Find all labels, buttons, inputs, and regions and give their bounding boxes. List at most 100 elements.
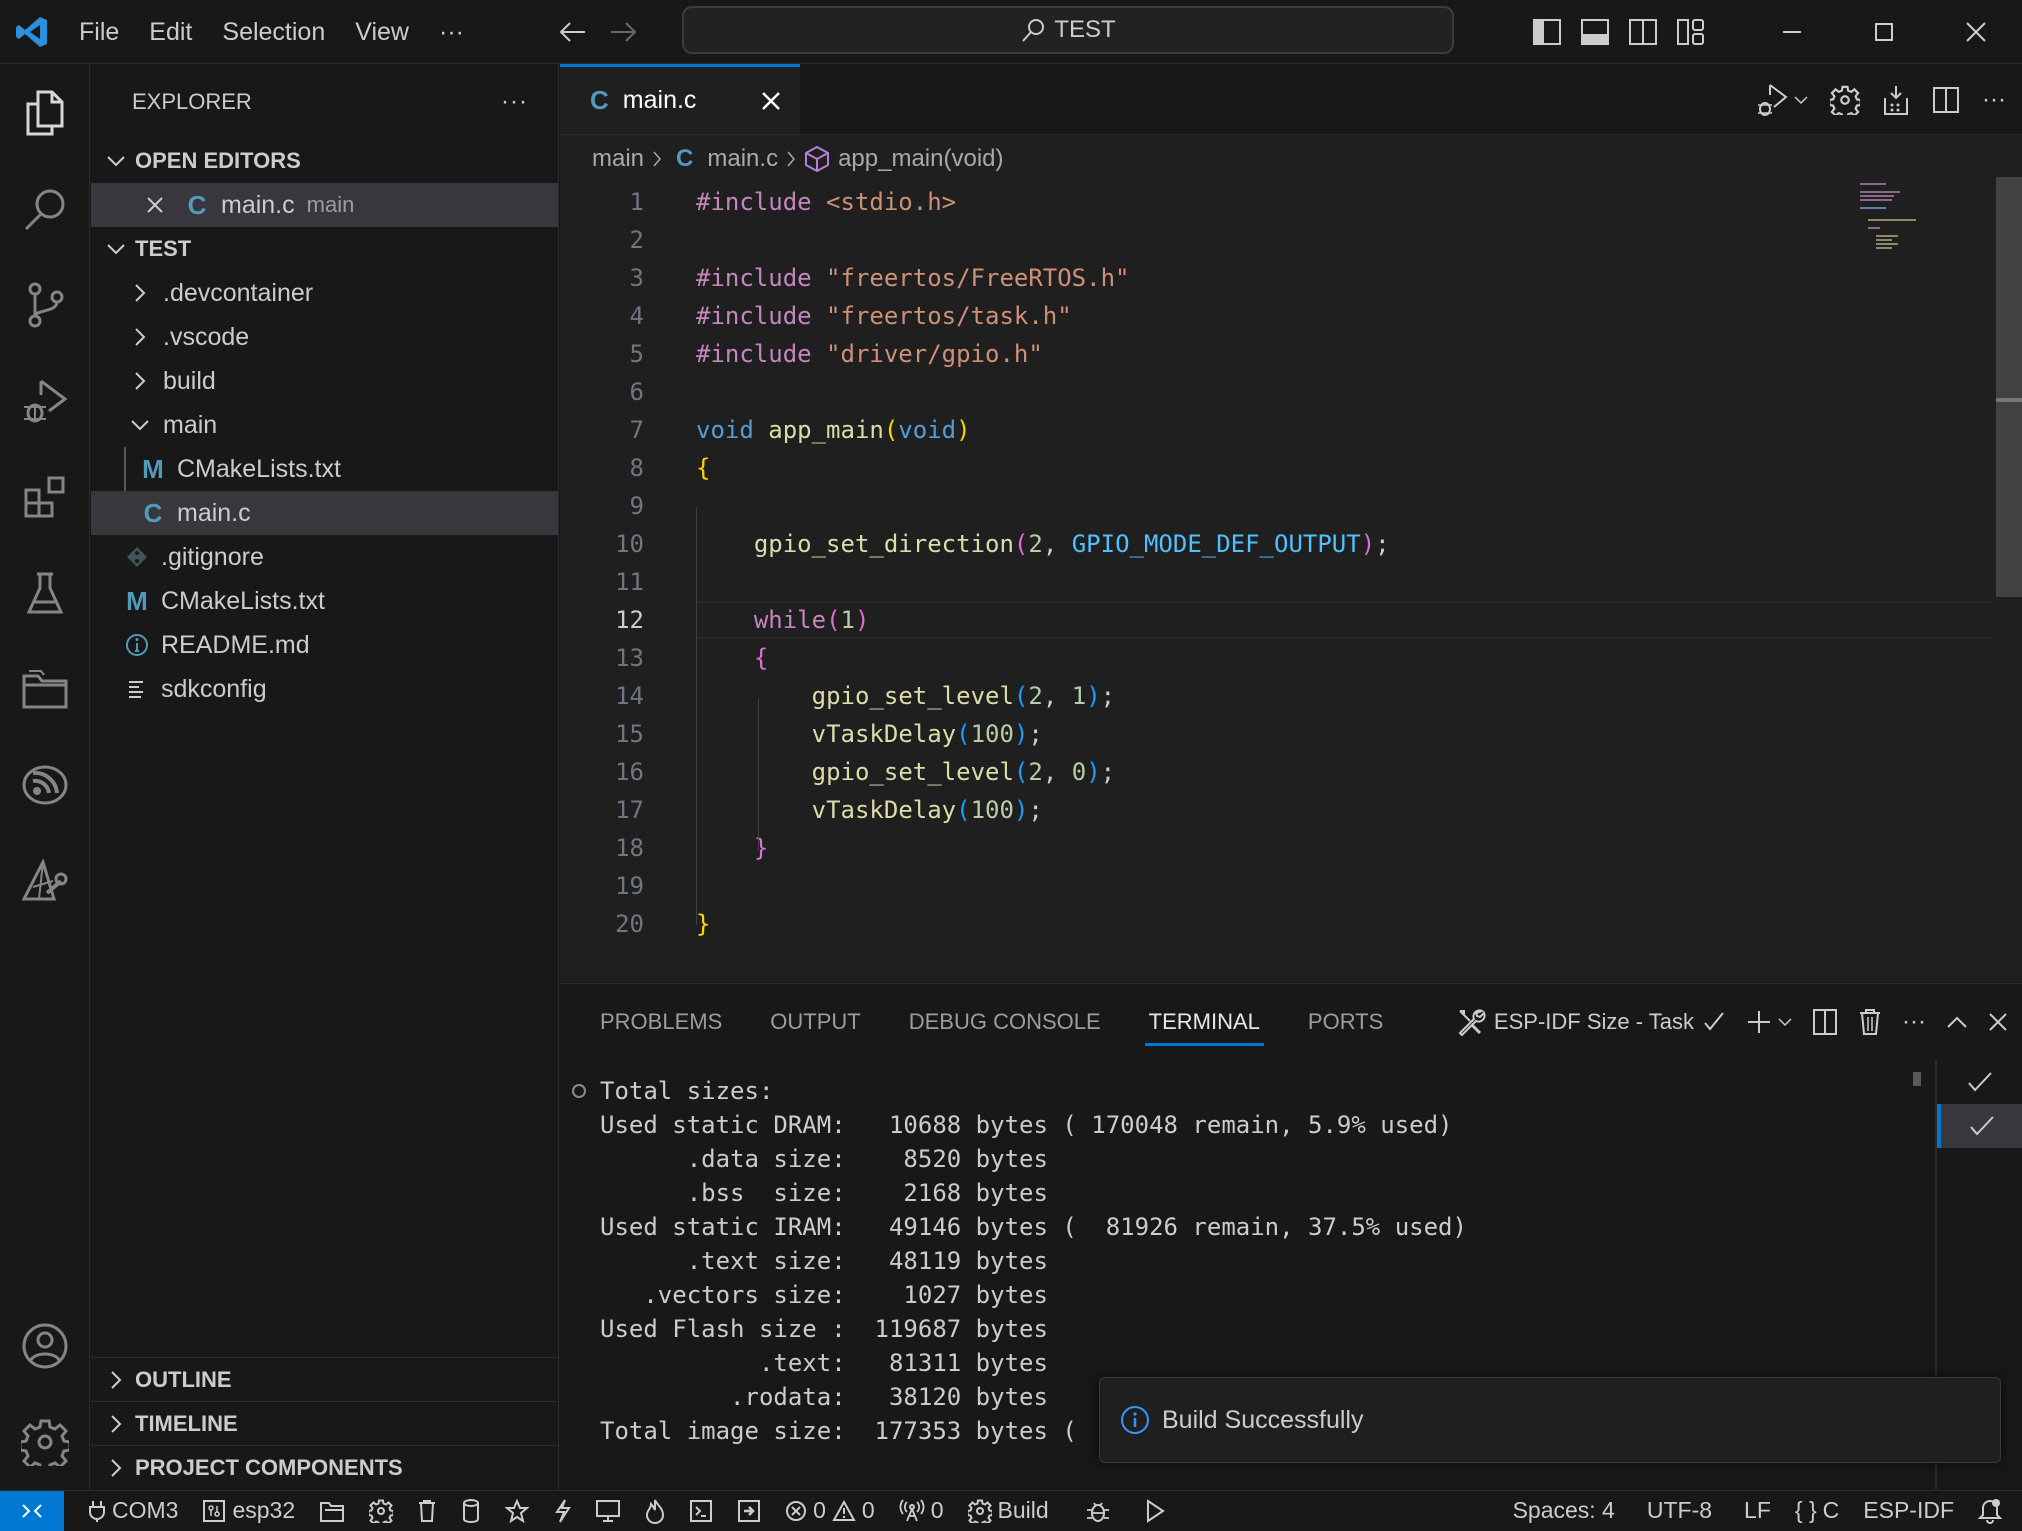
code-line[interactable]: 13 { — [560, 639, 1990, 677]
code-editor[interactable]: 1 #include <stdio.h> 2 3 #include "freertos/… — [560, 183, 1990, 943]
terminal-command-decoration-icon[interactable] — [572, 1084, 586, 1098]
menu-file[interactable]: File — [64, 12, 134, 52]
code-line[interactable]: 14 gpio_set_level(2, 1); — [560, 677, 1990, 715]
problems-status[interactable]: 0 0 — [773, 1491, 887, 1531]
status-eol[interactable]: LF — [1732, 1491, 1783, 1531]
notifications-bell-icon[interactable] — [1966, 1491, 2014, 1531]
ports-status[interactable]: 0 — [887, 1491, 956, 1531]
notification-toast[interactable]: Build Successfully — [1099, 1377, 2001, 1463]
status-framework[interactable]: ESP-IDF — [1851, 1491, 1966, 1531]
code-line[interactable]: 19 — [560, 867, 1990, 905]
code-line[interactable]: 6 — [560, 373, 1990, 411]
menu-view[interactable]: View — [340, 12, 424, 52]
remote-explorer-folder-icon[interactable] — [0, 641, 90, 737]
code-line[interactable]: 11 — [560, 563, 1990, 601]
tab-main-c[interactable]: C main.c — [560, 64, 800, 134]
menu-edit[interactable]: Edit — [134, 12, 207, 52]
flash-method-cylinder-icon[interactable] — [449, 1491, 493, 1531]
close-window-button[interactable] — [1930, 0, 2022, 64]
testing-flask-icon[interactable] — [0, 545, 90, 641]
close-panel-icon[interactable] — [1988, 1012, 2008, 1032]
terminal-list-item[interactable] — [1937, 1060, 2022, 1104]
extensions-icon[interactable] — [0, 449, 90, 545]
build-button[interactable]: Build — [956, 1491, 1061, 1531]
open-folder-icon[interactable] — [307, 1491, 357, 1531]
accounts-icon[interactable] — [0, 1298, 90, 1394]
source-control-icon[interactable] — [0, 257, 90, 353]
star-icon[interactable] — [493, 1491, 541, 1531]
run-task-icon[interactable] — [725, 1491, 773, 1531]
tree-folder-devcontainer[interactable]: .devcontainer — [91, 271, 558, 315]
code-line[interactable]: 9 — [560, 487, 1990, 525]
panel-more-actions-icon[interactable]: ··· — [1902, 1008, 1926, 1036]
code-line[interactable]: 3 #include "freertos/FreeRTOS.h" — [560, 259, 1990, 297]
outline-section-header[interactable]: OUTLINE — [91, 1357, 559, 1401]
forward-arrow-icon[interactable] — [609, 20, 637, 44]
code-line[interactable]: 8{ — [560, 449, 1990, 487]
breadcrumb-symbol[interactable]: app_main(void) — [838, 145, 1003, 173]
tree-file-cmakelists[interactable]: M CMakeLists.txt — [91, 579, 558, 623]
back-arrow-icon[interactable] — [559, 20, 587, 44]
code-line[interactable]: 15 vTaskDelay(100); — [560, 715, 1990, 753]
status-encoding[interactable]: UTF-8 — [1635, 1491, 1724, 1531]
terminal-list-item-active[interactable] — [1937, 1104, 2022, 1148]
tree-folder-main[interactable]: main — [91, 403, 558, 447]
code-line[interactable]: 16 gpio_set_level(2, 0); — [560, 753, 1990, 791]
status-indentation[interactable]: Spaces: 4 — [1501, 1491, 1627, 1531]
tab-ports[interactable]: PORTS — [1308, 984, 1383, 1060]
tree-file-main-cmakelists[interactable]: M CMakeLists.txt — [91, 447, 558, 491]
code-line[interactable]: 1 #include <stdio.h> — [560, 183, 1990, 221]
editor-scrollbar[interactable] — [1996, 177, 2022, 597]
code-line[interactable]: 5 #include "driver/gpio.h" — [560, 335, 1990, 373]
menu-more[interactable]: ··· — [424, 12, 479, 52]
command-center-search[interactable]: TEST — [682, 6, 1454, 54]
editor-more-actions-icon[interactable]: ··· — [1982, 86, 2006, 114]
tab-terminal[interactable]: TERMINAL — [1144, 984, 1265, 1060]
code-line[interactable]: 18 } — [560, 829, 1990, 867]
remote-indicator-icon[interactable] — [0, 1490, 64, 1531]
status-language[interactable]: { } C — [1783, 1491, 1851, 1531]
toggle-secondary-sidebar-icon[interactable] — [1628, 18, 1658, 46]
menu-selection[interactable]: Selection — [207, 12, 340, 52]
customize-layout-icon[interactable] — [1676, 18, 1706, 46]
code-line[interactable]: 2 — [560, 221, 1990, 259]
search-icon[interactable] — [0, 161, 90, 257]
code-line[interactable]: 20} — [560, 905, 1990, 943]
flash-download-icon[interactable] — [1882, 84, 1910, 116]
minimap[interactable] — [1840, 177, 1960, 267]
toggle-primary-sidebar-icon[interactable] — [1532, 18, 1562, 46]
kill-terminal-trash-icon[interactable] — [1858, 1008, 1882, 1036]
terminal-icon[interactable] — [677, 1491, 725, 1531]
full-clean-trash-icon[interactable] — [405, 1491, 449, 1531]
settings-gear-icon[interactable] — [1830, 85, 1861, 115]
tree-folder-build[interactable]: build — [91, 359, 558, 403]
esp-idf-icon[interactable] — [0, 737, 90, 833]
toggle-panel-icon[interactable] — [1580, 18, 1610, 46]
tree-folder-vscode[interactable]: .vscode — [91, 315, 558, 359]
breadcrumb-file[interactable]: main.c — [707, 145, 778, 173]
terminal-scrollbar[interactable] — [1913, 1072, 1921, 1086]
run-and-debug-icon[interactable] — [0, 353, 90, 449]
tree-file-gitignore[interactable]: .gitignore — [91, 535, 558, 579]
tree-file-readme[interactable]: README.md — [91, 623, 558, 667]
terminal-task-selector[interactable]: ESP-IDF Size - Task — [1456, 1007, 1726, 1037]
minimize-button[interactable] — [1746, 0, 1838, 64]
project-section-header[interactable]: TEST — [91, 227, 558, 271]
breadcrumb-folder[interactable]: main — [592, 145, 644, 173]
flash-lightning-icon[interactable] — [541, 1491, 583, 1531]
code-line[interactable]: 7 void app_main(void) — [560, 411, 1990, 449]
explorer-icon[interactable] — [0, 65, 90, 161]
open-editors-section-header[interactable]: OPEN EDITORS — [91, 139, 558, 183]
status-port[interactable]: COM3 — [76, 1491, 190, 1531]
timeline-section-header[interactable]: TIMELINE — [91, 1401, 559, 1445]
flame-icon[interactable] — [633, 1491, 677, 1531]
tree-file-sdkconfig[interactable]: sdkconfig — [91, 667, 558, 711]
close-tab-icon[interactable] — [760, 90, 782, 112]
maximize-panel-chevron-up-icon[interactable] — [1946, 1015, 1968, 1029]
manage-gear-icon[interactable] — [0, 1394, 90, 1490]
code-line[interactable]: 4 #include "freertos/task.h" — [560, 297, 1990, 335]
status-target[interactable]: esp32 — [190, 1491, 307, 1531]
maximize-button[interactable] — [1838, 0, 1930, 64]
run-play-icon[interactable] — [1133, 1491, 1177, 1531]
monitor-icon[interactable] — [583, 1491, 633, 1531]
